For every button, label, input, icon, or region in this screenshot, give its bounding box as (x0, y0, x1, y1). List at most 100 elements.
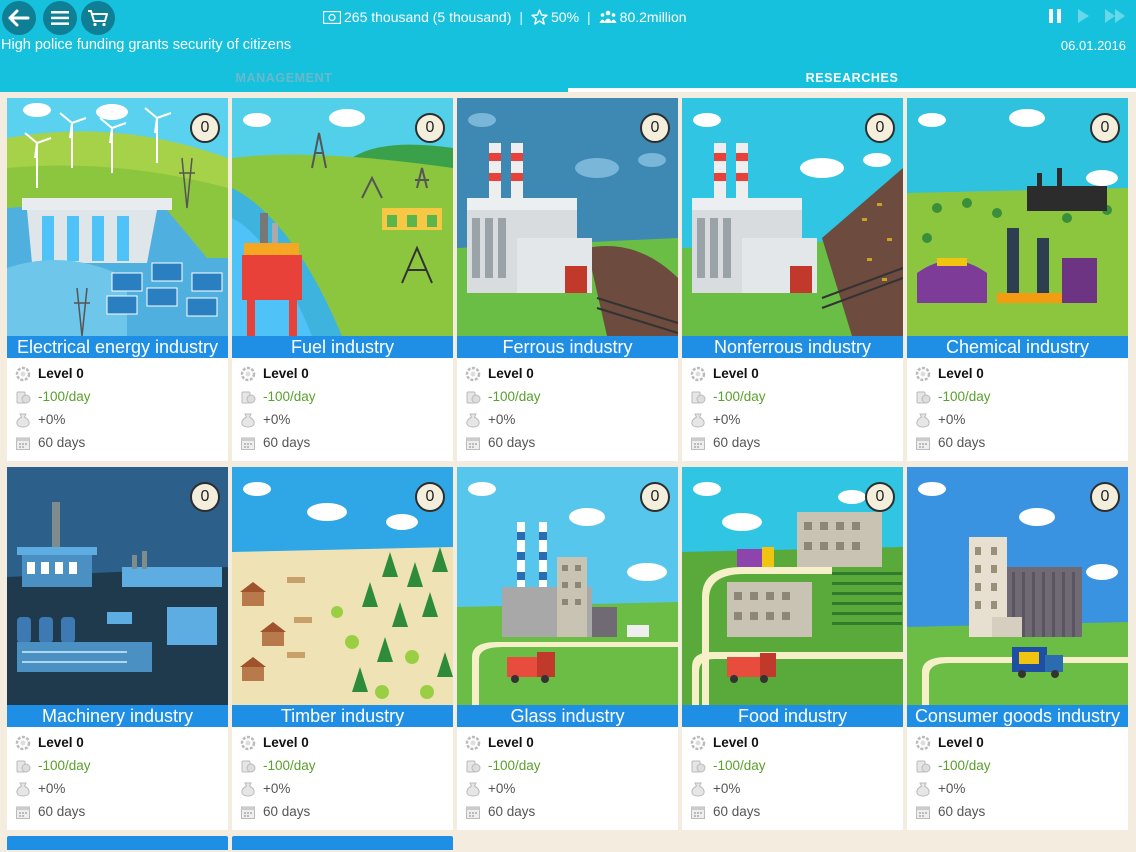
game-date: 06.01.2016 (1060, 38, 1126, 53)
card-info: Level 0 -100/day +0% 60 days (914, 362, 1124, 454)
calendar-icon (464, 803, 482, 821)
gear-icon (14, 734, 32, 752)
research-bonus: +0% (488, 781, 516, 796)
research-cost: -100/day (38, 389, 91, 404)
research-count-badge: 0 (640, 482, 670, 512)
money-value: 265 thousand (5 thousand) (344, 9, 512, 25)
gear-icon (914, 365, 932, 383)
pause-icon (1049, 9, 1061, 23)
research-bonus: +0% (938, 412, 966, 427)
research-level: Level 0 (38, 366, 84, 381)
gear-icon (239, 734, 257, 752)
coins-icon (14, 757, 32, 775)
card-illustration: 0 (907, 98, 1128, 336)
speed-controls (1048, 8, 1126, 29)
card-info: Level 0 -100/day +0% 60 days (14, 731, 224, 823)
research-level: Level 0 (488, 366, 534, 381)
menu-button[interactable] (43, 1, 77, 35)
card-title: Timber industry (232, 705, 453, 727)
card-info: Level 0 -100/day +0% 60 days (464, 731, 674, 823)
coins-icon (914, 757, 932, 775)
calendar-icon (14, 434, 32, 452)
status-message: High police funding grants security of c… (1, 37, 292, 53)
card-title: Food industry (682, 705, 903, 727)
card-info: Level 0 -100/day +0% 60 days (239, 362, 449, 454)
gear-icon (914, 734, 932, 752)
research-cost: -100/day (263, 758, 316, 773)
research-count-badge: 0 (190, 482, 220, 512)
research-card-food[interactable]: 0 Food industry Level 0 -100/day +0% 60 … (682, 467, 903, 830)
research-count-badge: 0 (190, 113, 220, 143)
card-info: Level 0 -100/day +0% 60 days (14, 362, 224, 454)
research-level: Level 0 (263, 735, 309, 750)
research-card-glass[interactable]: 0 Glass industry Level 0 -100/day +0% 60… (457, 467, 678, 830)
research-level: Level 0 (488, 735, 534, 750)
card-illustration: 0 (682, 467, 903, 705)
research-duration: 60 days (713, 804, 761, 819)
banknote-icon (323, 10, 341, 24)
calendar-icon (914, 803, 932, 821)
research-cost: -100/day (488, 758, 541, 773)
research-bonus: +0% (713, 781, 741, 796)
pause-button[interactable] (1048, 8, 1062, 29)
research-bonus: +0% (263, 412, 291, 427)
tab-bar: MANAGEMENT RESEARCHES (0, 64, 1136, 92)
calendar-icon (464, 434, 482, 452)
stats-bar: 265 thousand (5 thousand) | 50% | 80.2mi… (323, 7, 687, 27)
card-title: Ferrous industry (457, 336, 678, 358)
research-card-fuel[interactable]: 0 Fuel industry Level 0 -100/day +0% 60 … (232, 98, 453, 461)
gear-icon (239, 365, 257, 383)
research-card-partial[interactable] (7, 836, 228, 850)
card-title: Electrical energy industry (7, 336, 228, 358)
research-card-partial[interactable] (232, 836, 453, 850)
menu-icon (51, 11, 69, 25)
research-duration: 60 days (938, 804, 986, 819)
research-card-chemical[interactable]: 0 Chemical industry Level 0 -100/day +0%… (907, 98, 1128, 461)
gear-icon (14, 365, 32, 383)
money-bag-icon (239, 411, 257, 429)
fast-forward-button[interactable] (1104, 8, 1126, 29)
card-illustration: 0 (232, 467, 453, 705)
research-duration: 60 days (38, 435, 86, 450)
star-icon (531, 9, 548, 25)
tab-management[interactable]: MANAGEMENT (0, 64, 568, 92)
money-bag-icon (689, 780, 707, 798)
research-cost: -100/day (263, 389, 316, 404)
research-card-electrical-energy[interactable]: 0 Electrical energy industry Level 0 -10… (7, 98, 228, 461)
money-bag-icon (689, 411, 707, 429)
card-illustration: 0 (7, 467, 228, 705)
card-illustration: 0 (907, 467, 1128, 705)
research-card-consumer-goods[interactable]: 0 Consumer goods industry Level 0 -100/d… (907, 467, 1128, 830)
research-duration: 60 days (488, 804, 536, 819)
top-bar: 265 thousand (5 thousand) | 50% | 80.2mi… (0, 0, 1136, 92)
money-bag-icon (464, 780, 482, 798)
calendar-icon (239, 434, 257, 452)
gear-icon (689, 734, 707, 752)
card-title: Glass industry (457, 705, 678, 727)
coins-icon (14, 388, 32, 406)
play-button[interactable] (1076, 8, 1090, 29)
rating-value: 50% (551, 9, 580, 25)
research-card-ferrous[interactable]: 0 Ferrous industry Level 0 -100/day +0% … (457, 98, 678, 461)
calendar-icon (14, 803, 32, 821)
play-icon (1078, 9, 1089, 23)
coins-icon (239, 388, 257, 406)
card-illustration: 0 (682, 98, 903, 336)
research-duration: 60 days (488, 435, 536, 450)
research-level: Level 0 (938, 735, 984, 750)
research-cost: -100/day (938, 758, 991, 773)
gear-icon (689, 365, 707, 383)
research-card-machinery[interactable]: 0 Machinery industry Level 0 -100/day +0… (7, 467, 228, 830)
research-card-nonferrous[interactable]: 0 Nonferrous industry Level 0 -100/day +… (682, 98, 903, 461)
card-info: Level 0 -100/day +0% 60 days (689, 362, 899, 454)
research-count-badge: 0 (415, 482, 445, 512)
money-bag-icon (914, 411, 932, 429)
back-button[interactable] (2, 1, 36, 35)
research-duration: 60 days (263, 804, 311, 819)
research-bonus: +0% (263, 781, 291, 796)
money-bag-icon (14, 411, 32, 429)
calendar-icon (689, 434, 707, 452)
money-bag-icon (914, 780, 932, 798)
shop-button[interactable] (81, 1, 115, 35)
research-card-timber[interactable]: 0 Timber industry Level 0 -100/day +0% 6… (232, 467, 453, 830)
